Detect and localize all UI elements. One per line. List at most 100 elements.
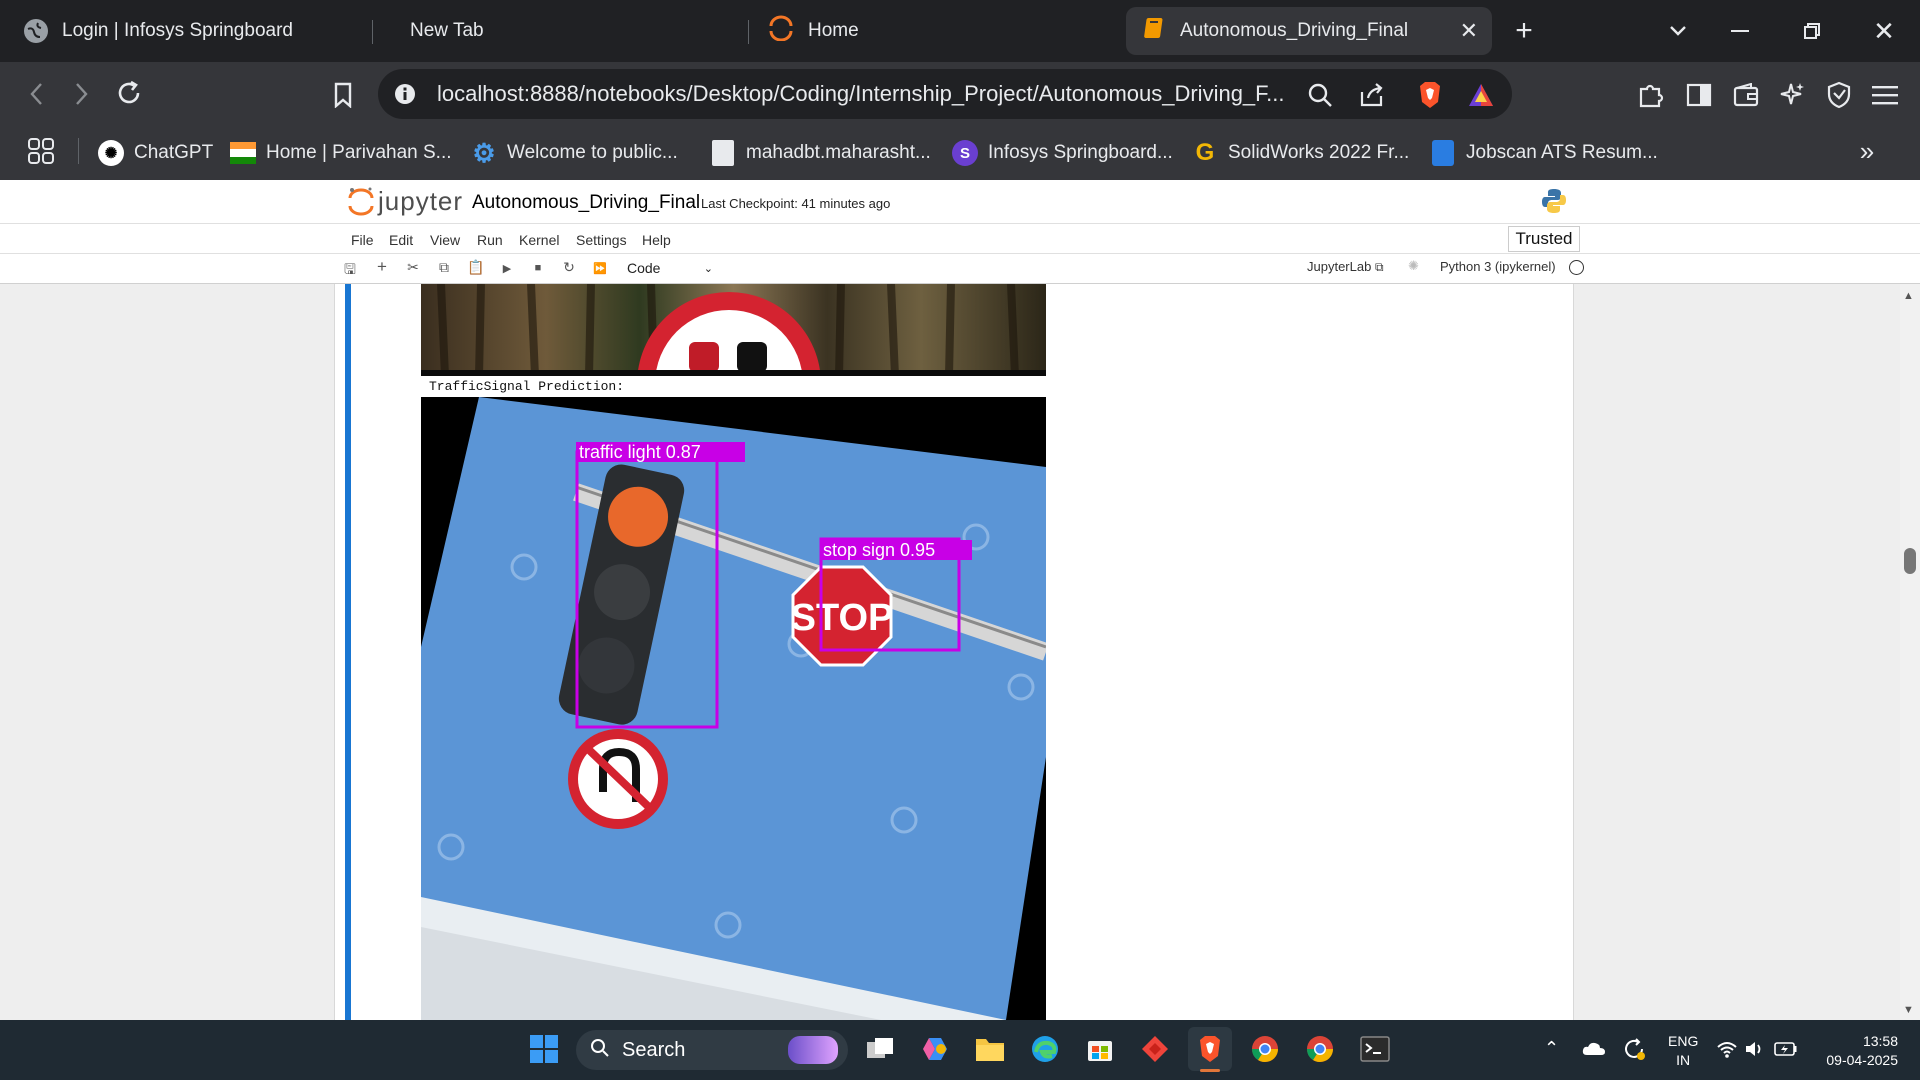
run-icon[interactable]: ▶ <box>497 262 517 275</box>
bookmark-icon[interactable] <box>326 76 360 114</box>
taskbar-search-box[interactable]: Search <box>576 1030 848 1070</box>
jobscan-icon <box>1432 140 1454 166</box>
add-cell-icon[interactable]: + <box>372 257 392 277</box>
stop-icon[interactable]: ■ <box>528 262 548 274</box>
clock-date: 09-04-2025 <box>1826 1052 1898 1068</box>
file-explorer-icon[interactable] <box>968 1027 1012 1071</box>
menu-edit[interactable]: Edit <box>389 232 413 248</box>
active-cell-indicator <box>345 284 351 1020</box>
close-icon[interactable]: ✕ <box>1460 18 1478 44</box>
bookmark-label: Jobscan ATS Resum... <box>1466 142 1658 163</box>
copy-icon[interactable]: ⧉ <box>434 259 454 276</box>
chrome-profile-icon[interactable] <box>1243 1027 1287 1071</box>
kernel-status-icon <box>1569 260 1584 275</box>
sync-icon[interactable] <box>1622 1037 1646 1066</box>
bookmark-mahadbt[interactable]: mahadbt.maharasht... <box>712 134 931 172</box>
bookmark-parivahan[interactable]: Home | Parivahan S... <box>230 134 452 172</box>
tab-new-tab[interactable]: New Tab <box>386 7 736 55</box>
bookmark-welcome-public[interactable]: ⚙ Welcome to public... <box>471 134 677 172</box>
language-indicator[interactable]: ENG IN <box>1668 1032 1698 1070</box>
bookmark-infosys-springboard[interactable]: S Infosys Springboard... <box>952 134 1173 172</box>
close-window-button[interactable]: ✕ <box>1862 10 1906 52</box>
paste-icon[interactable]: 📋 <box>466 259 486 276</box>
reload-icon[interactable] <box>110 74 148 112</box>
wallet-icon[interactable] <box>1729 78 1763 112</box>
restore-button[interactable] <box>1790 10 1834 52</box>
trusted-badge[interactable]: Trusted <box>1508 226 1580 252</box>
edge-icon[interactable] <box>1023 1027 1067 1071</box>
chatgpt-icon: ✺ <box>98 140 124 166</box>
microsoft-store-icon[interactable] <box>1078 1027 1122 1071</box>
tab-label: Autonomous_Driving_Final <box>1180 20 1409 41</box>
scroll-up-icon[interactable]: ▲ <box>1903 290 1914 302</box>
bookmark-solidworks[interactable]: G SolidWorks 2022 Fr... <box>1192 134 1410 172</box>
menu-kernel[interactable]: Kernel <box>519 232 559 248</box>
show-hidden-icons-chevron-icon[interactable]: ⌃ <box>1544 1038 1559 1059</box>
forward-arrow-icon[interactable] <box>66 76 98 112</box>
new-tab-button[interactable]: + <box>1502 10 1546 52</box>
leo-ai-icon[interactable] <box>1776 78 1810 112</box>
menu-help[interactable]: Help <box>642 232 671 248</box>
bookmarks-divider <box>78 138 79 164</box>
python-logo-icon <box>1540 187 1568 215</box>
wifi-icon[interactable] <box>1716 1039 1738 1064</box>
stop-sign-text: STOP <box>791 597 894 639</box>
menu-run[interactable]: Run <box>477 232 503 248</box>
vpn-shield-icon[interactable] <box>1822 78 1856 112</box>
notebook-title[interactable]: Autonomous_Driving_Final <box>472 192 700 214</box>
brave-taskbar-icon[interactable] <box>1188 1027 1232 1071</box>
scroll-down-icon[interactable]: ▼ <box>1903 1004 1914 1016</box>
brave-rewards-icon[interactable] <box>1466 80 1496 110</box>
battery-icon[interactable] <box>1774 1041 1798 1062</box>
chrome-icon[interactable] <box>1298 1027 1342 1071</box>
kernel-name[interactable]: Python 3 (ipykernel) <box>1440 259 1556 274</box>
onedrive-icon[interactable] <box>1582 1040 1606 1061</box>
share-icon[interactable] <box>1356 79 1388 111</box>
copilot-icon[interactable] <box>914 1027 958 1071</box>
minimize-button[interactable] <box>1718 10 1762 52</box>
tab-autonomous-driving[interactable]: Autonomous_Driving_Final ✕ <box>1126 7 1492 55</box>
tab-separator <box>748 20 749 44</box>
globe-icon <box>24 19 48 43</box>
sidebar-icon[interactable] <box>1682 78 1716 112</box>
zoom-search-icon[interactable] <box>1304 79 1336 111</box>
jupyterlab-label: JupyterLab <box>1307 259 1372 274</box>
menu-icon[interactable] <box>1868 78 1902 112</box>
site-info-icon[interactable] <box>392 81 418 107</box>
anydesk-icon[interactable] <box>1133 1027 1177 1071</box>
bookmark-jobscan[interactable]: Jobscan ATS Resum... <box>1432 134 1658 172</box>
restart-icon[interactable]: ↻ <box>559 259 579 276</box>
output-image-previous <box>421 284 1046 376</box>
jupyterlab-link[interactable]: JupyterLab ⧉ <box>1307 259 1384 275</box>
cut-icon[interactable]: ✂ <box>403 259 423 276</box>
save-icon[interactable]: 🖫 <box>340 259 360 283</box>
tab-search-chevron-icon[interactable] <box>1656 10 1700 52</box>
extensions-icon[interactable] <box>1634 78 1668 112</box>
task-view-icon[interactable] <box>858 1027 902 1071</box>
search-icon <box>590 1038 610 1063</box>
bookmark-chatgpt[interactable]: ✺ ChatGPT <box>98 134 213 172</box>
volume-icon[interactable] <box>1744 1039 1766 1064</box>
scrollbar-thumb[interactable] <box>1904 548 1916 574</box>
apps-grid-icon[interactable] <box>26 136 56 166</box>
back-arrow-icon[interactable] <box>20 76 52 112</box>
cell-type-value: Code <box>627 260 661 276</box>
windows-start-icon[interactable] <box>522 1027 566 1071</box>
more-bookmarks-icon[interactable]: » <box>1852 136 1882 166</box>
jupyter-menubar <box>0 224 1920 254</box>
clock[interactable]: 13:58 09-04-2025 <box>1806 1032 1898 1070</box>
brave-shield-icon[interactable] <box>1414 78 1446 112</box>
restart-run-all-icon[interactable]: ⏩ <box>590 262 610 275</box>
tab-login[interactable]: Login | Infosys Springboard <box>14 7 364 55</box>
menu-file[interactable]: File <box>351 232 374 248</box>
tab-label: Home <box>808 20 859 41</box>
menu-view[interactable]: View <box>430 232 460 248</box>
page-scrollbar[interactable] <box>1900 284 1920 1020</box>
terminal-icon[interactable] <box>1353 1027 1397 1071</box>
jupyter-logo-icon[interactable] <box>348 186 374 218</box>
notebook-icon <box>1144 16 1166 46</box>
bookmark-label: ChatGPT <box>134 142 214 163</box>
tab-home[interactable]: Home <box>760 7 1110 55</box>
menu-settings[interactable]: Settings <box>576 232 627 248</box>
cell-type-select[interactable]: Code ⌄ <box>627 256 713 280</box>
